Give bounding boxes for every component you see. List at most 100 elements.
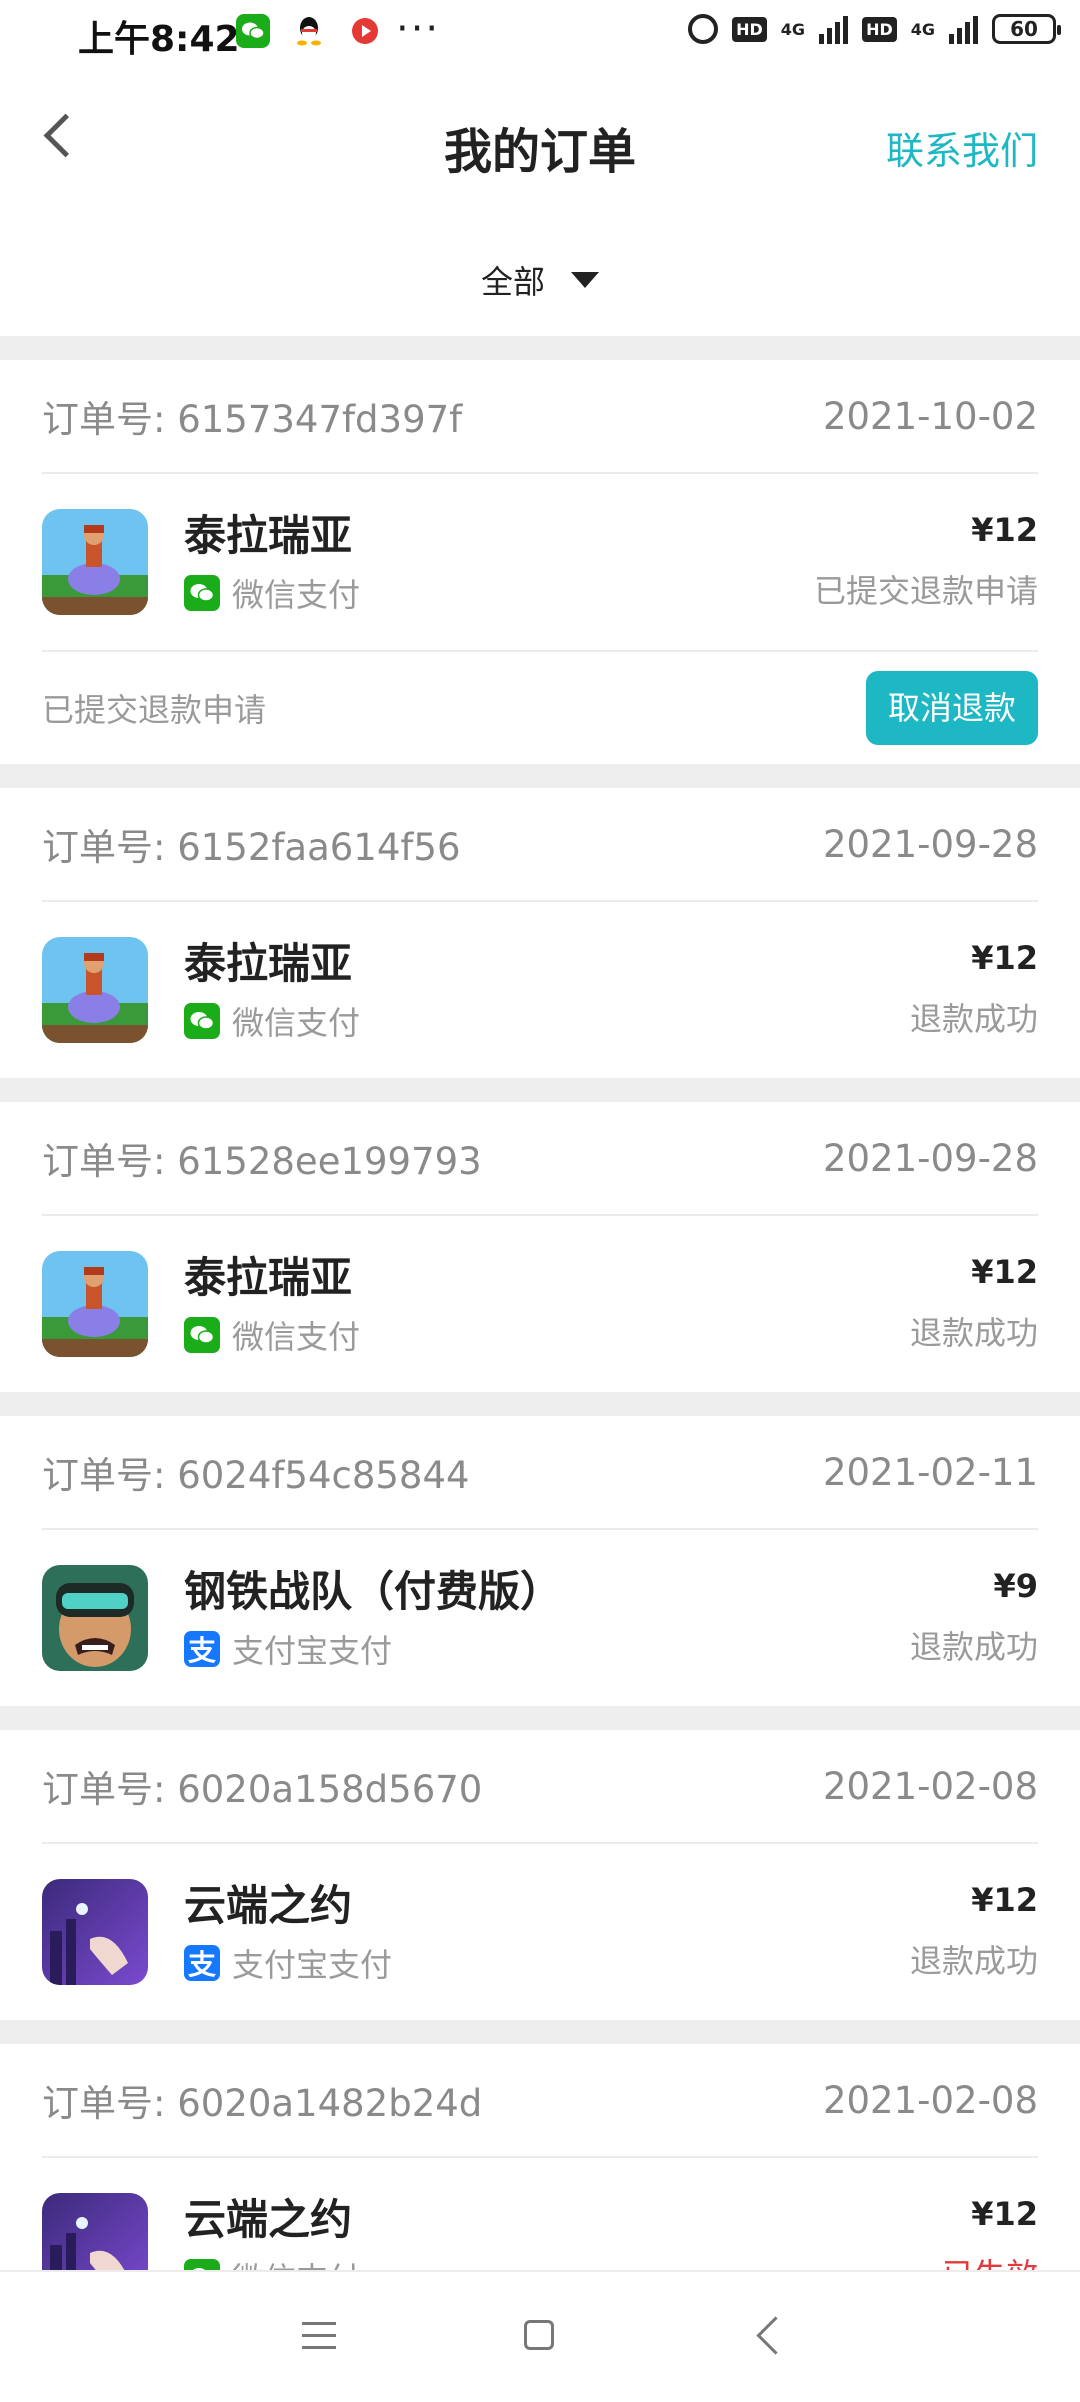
cancel-refund-button[interactable]: 取消退款 (865, 671, 1038, 745)
order-card[interactable]: 订单号: 6024f54c85844 2021-02-11 钢铁战队（付费版） … (0, 1416, 1080, 1706)
order-price: ¥12 (971, 511, 1038, 549)
separator (0, 1392, 1080, 1416)
order-price: ¥12 (971, 1881, 1038, 1919)
signal-icon-2 (949, 14, 978, 44)
hd-icon-2: HD (862, 16, 897, 42)
app-info: 泰拉瑞亚 微信支付 (184, 508, 360, 616)
order-footer: 已提交退款申请 取消退款 (42, 650, 1038, 764)
order-date: 2021-02-11 (822, 1450, 1038, 1494)
wechat-notification-icon (236, 14, 270, 48)
separator (0, 1078, 1080, 1102)
order-number: 订单号: 61528ee199793 (42, 1140, 482, 1183)
more-notifications-icon: ··· (396, 6, 441, 52)
order-header: 订单号: 6020a1482b24d 2021-02-08 (42, 2044, 1038, 2158)
status-time: 上午8:42 (78, 19, 240, 60)
order-header: 订单号: 6152faa614f56 2021-09-28 (42, 788, 1038, 902)
order-price: ¥12 (971, 2195, 1038, 2233)
terraria-app-icon (42, 509, 148, 615)
order-date: 2021-02-08 (822, 1764, 1038, 1808)
order-number: 订单号: 6020a158d5670 (42, 1768, 483, 1811)
payment-method-label: 支付宝支付 (232, 1632, 393, 1670)
order-price-status: ¥12 退款成功 (910, 936, 1038, 1040)
order-status: 退款成功 (909, 1314, 1038, 1352)
iron-squad-app-icon (42, 1565, 148, 1671)
order-status: 退款成功 (909, 1942, 1038, 1980)
payment-method-label: 微信支付 (232, 1004, 361, 1042)
home-icon[interactable] (524, 2320, 554, 2350)
cloud-date-app-icon (42, 1879, 148, 1985)
separator (0, 764, 1080, 788)
order-body: 泰拉瑞亚 微信支付 ¥12 退款成功 (42, 1216, 1038, 1392)
order-number: 订单号: 6020a1482b24d (42, 2082, 483, 2125)
order-price-status: ¥12 已提交退款申请 (814, 508, 1038, 612)
app-name: 泰拉瑞亚 (184, 511, 353, 560)
order-date: 2021-02-08 (822, 2078, 1038, 2122)
order-card[interactable]: 订单号: 6152faa614f56 2021-09-28 泰拉瑞亚 微信支付 … (0, 788, 1080, 1078)
payment-method: 微信支付 (184, 570, 360, 616)
wechat-pay-icon (184, 575, 220, 611)
order-body: 云端之约 支 支付宝支付 ¥12 退款成功 (42, 1844, 1038, 2020)
wechat-pay-icon (184, 1317, 220, 1353)
order-price: ¥12 (971, 1253, 1038, 1291)
contact-us-link[interactable]: 联系我们 (886, 120, 1038, 175)
terraria-app-icon (42, 1251, 148, 1357)
order-card[interactable]: 订单号: 6020a158d5670 2021-02-08 云端之约 支 支付宝… (0, 1730, 1080, 2020)
payment-method-label: 微信支付 (232, 576, 361, 614)
payment-method: 支 支付宝支付 (184, 1940, 392, 1986)
system-icons: HD 4G HD 4G 60 (688, 14, 1061, 44)
order-header: 订单号: 6024f54c85844 2021-02-11 (42, 1416, 1038, 1530)
order-number: 订单号: 6157347fd397f (42, 398, 463, 441)
order-price-status: ¥12 退款成功 (910, 1250, 1038, 1354)
signal-icon (819, 14, 849, 44)
menu-icon[interactable] (302, 2322, 336, 2352)
terraria-app-icon (42, 937, 148, 1043)
order-header: 订单号: 6020a158d5670 2021-02-08 (42, 1730, 1038, 1844)
order-status: 退款成功 (909, 1000, 1038, 1038)
app-name: 泰拉瑞亚 (184, 1253, 353, 1302)
order-price-status: ¥12 退款成功 (910, 1878, 1038, 1982)
filter-label: 全部 (480, 263, 545, 301)
app-name: 钢铁战队（付费版） (184, 1567, 563, 1616)
battery-icon: 60 (992, 14, 1061, 44)
separator (0, 336, 1080, 360)
notification-icons (236, 14, 382, 48)
payment-method: 微信支付 (184, 1312, 360, 1358)
order-number: 订单号: 6152faa614f56 (42, 826, 461, 869)
network-4g-icon: 4G (780, 19, 806, 39)
order-header: 订单号: 61528ee199793 2021-09-28 (42, 1102, 1038, 1216)
order-price-status: ¥9 退款成功 (910, 1564, 1038, 1668)
app-info: 泰拉瑞亚 微信支付 (184, 1250, 360, 1358)
order-body: 泰拉瑞亚 微信支付 ¥12 退款成功 (42, 902, 1038, 1078)
app-info: 钢铁战队（付费版） 支 支付宝支付 (184, 1564, 562, 1672)
payment-method: 支 支付宝支付 (184, 1626, 562, 1672)
order-filter-dropdown[interactable]: 全部 (0, 240, 1080, 320)
order-header: 订单号: 6157347fd397f 2021-10-02 (42, 360, 1038, 474)
order-number: 订单号: 6024f54c85844 (42, 1454, 470, 1497)
alipay-icon: 支 (184, 1945, 220, 1981)
status-bar: 上午8:42 ··· HD 4G HD 4G 60 (0, 0, 1080, 66)
nav-back-icon[interactable] (756, 2316, 795, 2355)
system-nav-bar (0, 2270, 1080, 2402)
order-list: 订单号: 6157347fd397f 2021-10-02 泰拉瑞亚 微信支付 … (0, 336, 1080, 2334)
qq-notification-icon (292, 14, 326, 48)
order-date: 2021-09-28 (822, 822, 1038, 866)
order-price: ¥9 (993, 1567, 1038, 1605)
alarm-icon (688, 14, 719, 44)
order-price: ¥12 (971, 939, 1038, 977)
order-body: 钢铁战队（付费版） 支 支付宝支付 ¥9 退款成功 (42, 1530, 1038, 1706)
order-status: 已提交退款申请 (813, 572, 1038, 610)
order-card[interactable]: 订单号: 6157347fd397f 2021-10-02 泰拉瑞亚 微信支付 … (0, 360, 1080, 764)
app-name: 泰拉瑞亚 (184, 939, 353, 988)
alipay-icon: 支 (184, 1631, 220, 1667)
order-card[interactable]: 订单号: 61528ee199793 2021-09-28 泰拉瑞亚 微信支付 … (0, 1102, 1080, 1392)
payment-method-label: 微信支付 (232, 1318, 361, 1356)
order-date: 2021-09-28 (822, 1136, 1038, 1180)
order-body: 泰拉瑞亚 微信支付 ¥12 已提交退款申请 (42, 474, 1038, 650)
app-name: 云端之约 (184, 1881, 353, 1930)
wechat-pay-icon (184, 1003, 220, 1039)
video-notification-icon (348, 14, 382, 48)
separator (0, 2020, 1080, 2044)
hd-icon: HD (732, 16, 767, 42)
header: 我的订单 联系我们 (0, 66, 1080, 216)
app-name: 云端之约 (184, 2195, 353, 2244)
